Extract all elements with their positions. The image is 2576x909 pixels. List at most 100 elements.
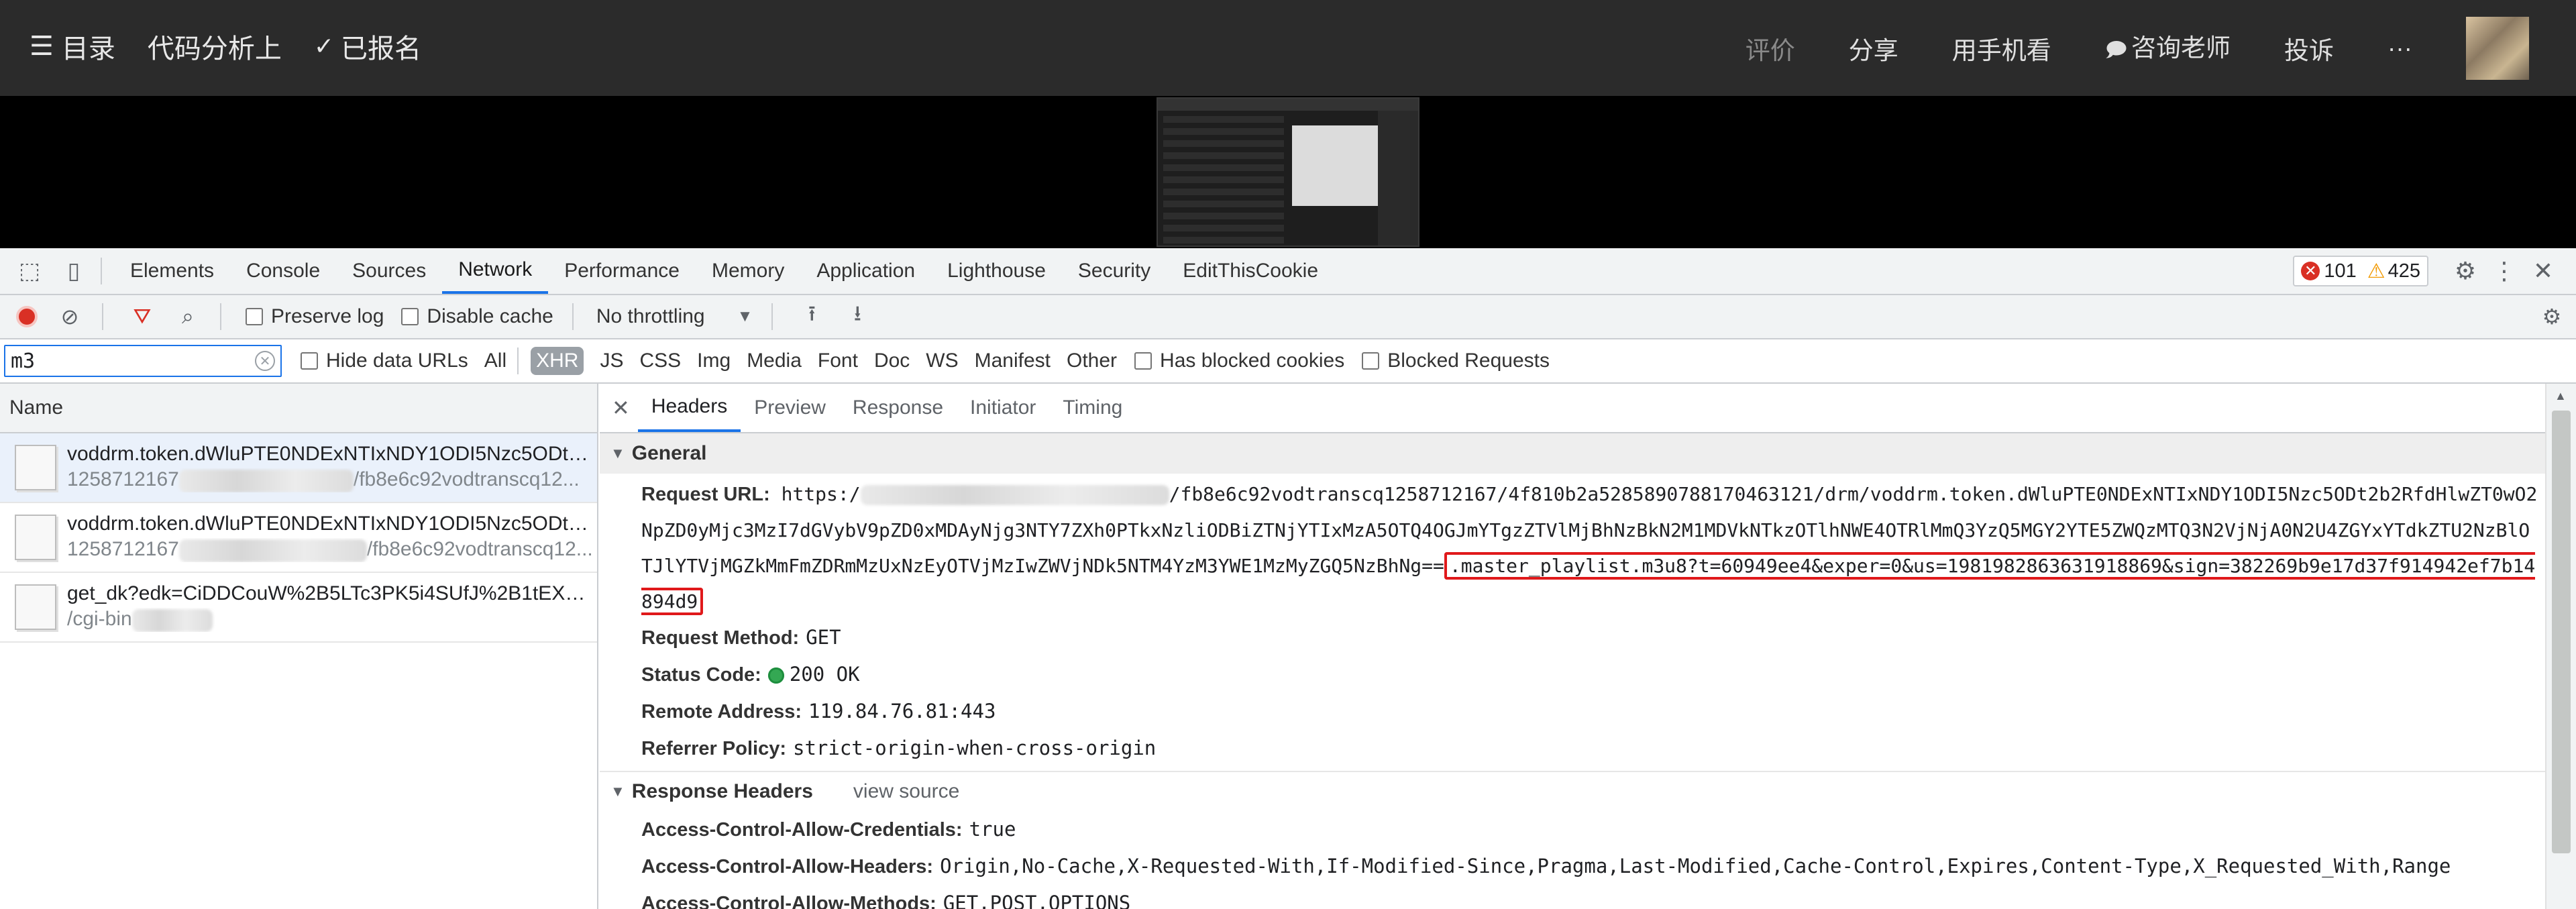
type-filter-font[interactable]: Font [818,350,858,372]
warning-icon: ⚠ [2367,260,2385,282]
disable-cache-checkbox[interactable] [401,308,419,325]
referrer-policy-value: strict-origin-when-cross-origin [793,737,1157,759]
complain-button[interactable]: 投诉 [2284,30,2334,66]
view-source-link[interactable]: view source [853,780,959,803]
video-frame [1157,97,1419,247]
review-button[interactable]: 评价 [1746,30,1795,66]
has-blocked-cookies-checkbox[interactable] [1134,352,1152,370]
catalog-label: 目录 [61,34,115,64]
search-icon[interactable]: ⌕ [174,304,201,329]
preserve-log-checkbox[interactable] [246,308,263,325]
throttling-select[interactable]: No throttling ▼ [596,305,753,328]
avatar[interactable] [2466,16,2529,80]
remote-address-row: Remote Address: 119.84.76.81:443 [600,693,2545,730]
request-path-end: /fb8e6c92vodtranscq12... [366,538,593,561]
type-filter-js[interactable]: JS [600,350,623,372]
filter-input[interactable]: m3 ✕ [4,345,282,377]
network-settings-gear-icon[interactable]: ⚙ [2538,304,2565,329]
request-row[interactable]: get_dk?edk=CiDDCouW%2B5LTc3PK5i4SUfJ%2B1… [0,573,597,643]
filter-value: m3 [11,349,36,373]
response-header-value: GET,POST,OPTIONS [943,892,1131,909]
request-row[interactable]: voddrm.token.dWluPTE0NDExNTIxNDY1ODI5Nzc… [0,503,597,573]
settings-gear-icon[interactable]: ⚙ [2446,257,2485,285]
clear-filter-icon[interactable]: ✕ [255,351,275,371]
clear-icon[interactable]: ⊘ [56,304,83,329]
course-top-bar: ☰ 目录 代码分析上 ✓ 已报名 评价 分享 用手机看 🗩 咨询老师 投诉 ··· [0,0,2576,96]
filter-icon[interactable]: ⛛ [129,304,156,329]
type-filter-img[interactable]: Img [697,350,731,372]
tab-application[interactable]: Application [800,248,931,294]
type-filter-all[interactable]: All [484,350,506,372]
device-toolbar-icon[interactable]: ▯ [59,256,89,286]
chat-icon: 🗩 [2104,38,2128,61]
inspect-element-icon[interactable]: ⬚ [15,256,44,286]
tab-security[interactable]: Security [1062,248,1167,294]
video-player[interactable] [0,96,2576,248]
share-button[interactable]: 分享 [1849,30,1898,66]
tab-preview[interactable]: Preview [741,384,839,432]
general-section-header[interactable]: ▼ General [600,433,2545,474]
enrolled-status: ✓ 已报名 [314,27,421,66]
scrollbar-thumb[interactable] [2552,411,2571,853]
disable-cache-label: Disable cache [427,305,553,327]
tab-initiator[interactable]: Initiator [957,384,1049,432]
type-filter-manifest[interactable]: Manifest [975,350,1051,372]
request-path-start: 1258712167 [67,468,179,491]
tab-sources[interactable]: Sources [336,248,442,294]
response-header-row: Access-Control-Allow-Headers: Origin,No-C… [600,848,2545,885]
close-devtools-icon[interactable]: ✕ [2524,257,2563,285]
tab-editthiscookie[interactable]: EditThisCookie [1167,248,1334,294]
type-filter-xhr[interactable]: XHR [531,347,584,375]
request-name: voddrm.token.dWluPTE0NDExNTIxNDY1ODI5Nzc… [67,513,597,535]
request-name: voddrm.token.dWluPTE0NDExNTIxNDY1ODI5Nzc… [67,443,597,466]
throttling-value: No throttling [596,305,705,327]
scroll-up-icon[interactable]: ▲ [2555,389,2567,403]
tab-performance[interactable]: Performance [548,248,696,294]
detail-scrollbar[interactable]: ▲ [2545,384,2576,909]
import-har-icon[interactable]: ⭱ [798,299,825,335]
hide-data-urls-label: Hide data URLs [326,350,468,372]
name-column-header[interactable]: Name [0,384,597,433]
blocked-requests-label: Blocked Requests [1387,350,1550,372]
response-headers-section-header[interactable]: ▼ Response Headers view source [600,771,2545,811]
request-row[interactable]: voddrm.token.dWluPTE0NDExNTIxNDY1ODI5Nzc… [0,433,597,503]
hide-data-urls-checkbox[interactable] [301,352,318,370]
triangle-down-icon: ▼ [610,783,625,800]
consult-teacher-button[interactable]: 🗩 咨询老师 [2105,28,2231,69]
response-header-name: Access-Control-Allow-Credentials: [641,819,963,841]
tab-memory[interactable]: Memory [696,248,800,294]
warning-count: 425 [2387,260,2420,282]
file-icon [15,515,56,560]
request-name: get_dk?edk=CiDDCouW%2B5LTc3PK5i4SUfJ%2B1… [67,582,597,605]
export-har-icon[interactable]: ⭳ [844,299,871,335]
response-header-row: Access-Control-Allow-Credentials: true [600,811,2545,848]
tab-elements[interactable]: Elements [114,248,230,294]
chevron-down-icon: ▼ [737,307,753,325]
tab-network[interactable]: Network [442,248,549,294]
response-header-value: Origin,No-Cache,X-Requested-With,If-Modi… [940,855,2451,877]
request-detail: ✕ Headers Preview Response Initiator Tim… [600,384,2545,909]
type-filter-other[interactable]: Other [1067,350,1117,372]
issue-counts[interactable]: ✕ 101 ⚠ 425 [2293,256,2428,286]
more-vertical-icon[interactable]: ⋮ [2485,257,2524,285]
type-filter-css[interactable]: CSS [639,350,681,372]
catalog-button[interactable]: ☰ 目录 [30,27,115,66]
response-header-name: Access-Control-Allow-Methods: [641,893,936,909]
watch-on-phone-button[interactable]: 用手机看 [1952,30,2051,66]
close-detail-icon[interactable]: ✕ [612,395,630,421]
more-button[interactable]: ··· [2387,34,2412,62]
blocked-requests-checkbox[interactable] [1362,352,1380,370]
tab-response[interactable]: Response [839,384,957,432]
tab-lighthouse[interactable]: Lighthouse [931,248,1062,294]
error-icon: ✕ [2301,262,2320,280]
request-path-end: /fb8e6c92vodtranscq12... [353,468,580,491]
type-filter-media[interactable]: Media [747,350,802,372]
tab-timing[interactable]: Timing [1049,384,1136,432]
response-headers-title: Response Headers [631,780,813,802]
tab-headers[interactable]: Headers [637,384,741,432]
type-filter-ws[interactable]: WS [926,350,958,372]
type-filter-doc[interactable]: Doc [874,350,910,372]
response-header-row: Access-Control-Allow-Methods: GET,POST,OP… [600,885,2545,909]
record-icon[interactable] [16,306,38,327]
tab-console[interactable]: Console [230,248,336,294]
